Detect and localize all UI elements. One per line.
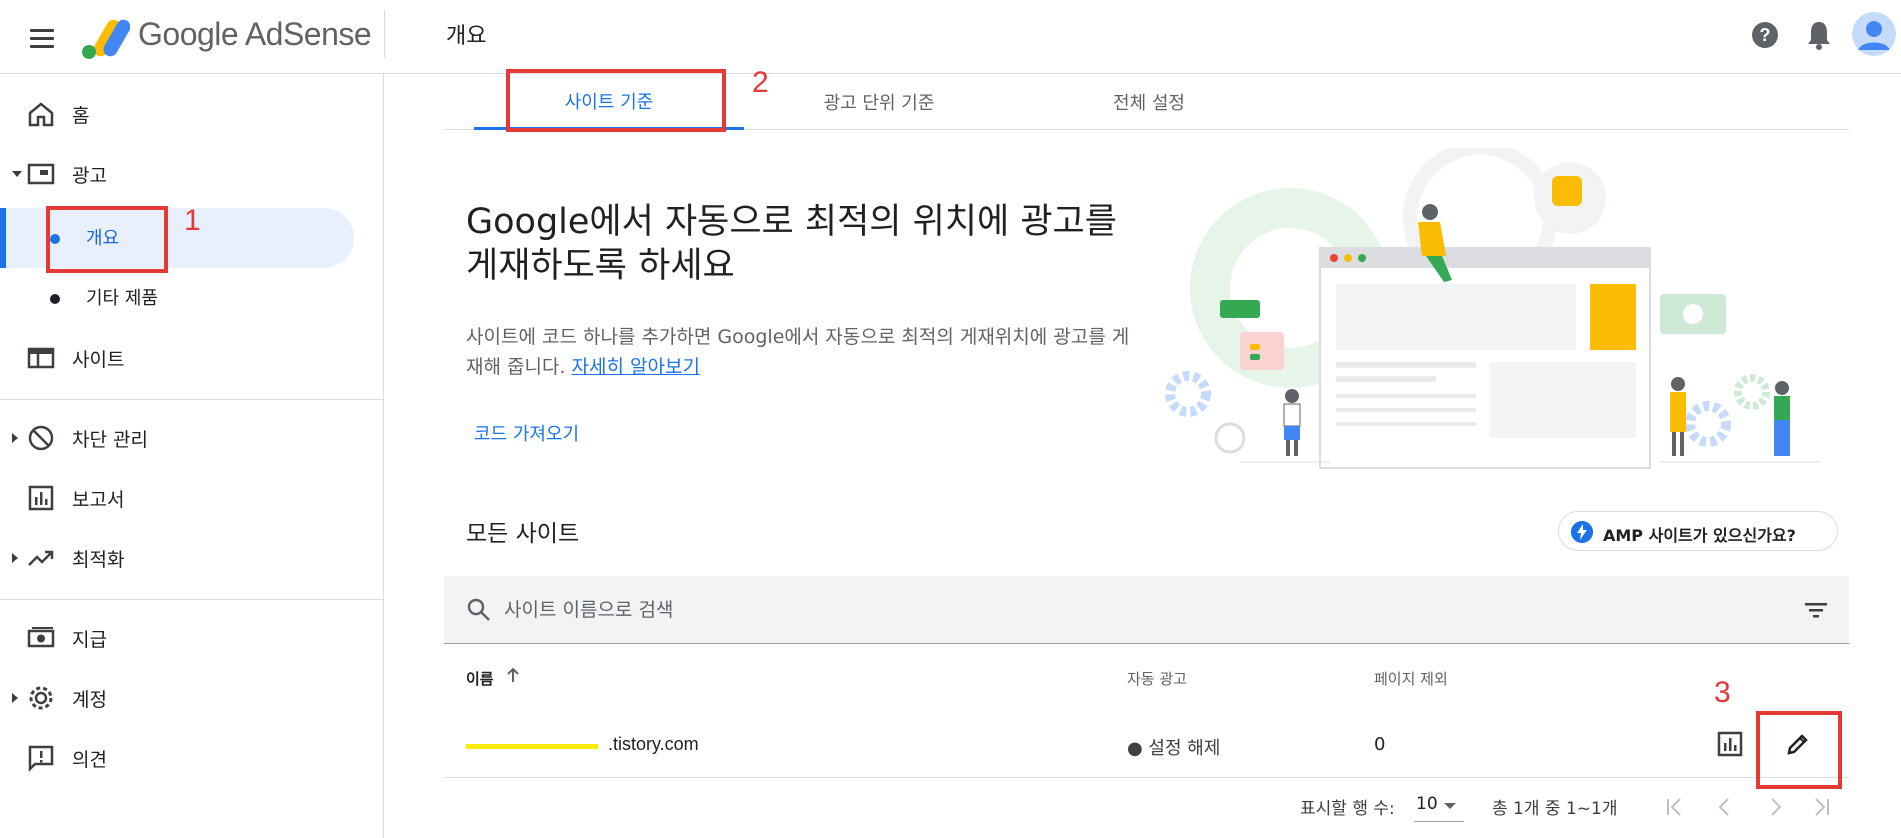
gear-icon (29, 686, 53, 710)
site-domain: .tistory.com (608, 734, 699, 754)
sidebar-item-reports[interactable]: 보고서 (0, 470, 384, 526)
tab-by-ad-unit[interactable]: 광고 단위 기준 (744, 74, 1014, 130)
filter-icon[interactable] (1802, 596, 1830, 624)
page-exclusions-count: 0 (1374, 734, 1386, 755)
header-divider (384, 10, 385, 58)
redaction-highlight (466, 744, 598, 749)
sidebar-subitem-label: 기타 제품 (86, 288, 158, 309)
first-page-icon[interactable] (1660, 792, 1690, 822)
expand-caret-icon (12, 433, 18, 443)
dropdown-caret-icon (1444, 803, 1456, 809)
page-range-label: 총 1개 중 1~1개 (1492, 799, 1618, 819)
sidebar-item-account[interactable]: 계정 (0, 670, 384, 726)
sidebar-item-label: 사이트 (72, 348, 125, 371)
sidebar-item-ads[interactable]: 광고 (0, 146, 384, 202)
sidebar-subitem-other-products[interactable]: 기타 제품 (0, 268, 354, 328)
column-header-auto-ads: 자동 광고 (1127, 670, 1187, 688)
adsense-logo (82, 19, 130, 59)
block-icon (28, 425, 54, 451)
trending-up-icon (28, 550, 54, 566)
sidebar-item-label: 차단 관리 (72, 428, 148, 451)
sidebar-item-home[interactable]: 홈 (0, 86, 384, 142)
rows-per-page-value: 10 (1416, 794, 1438, 814)
site-search-input[interactable] (504, 594, 1704, 626)
column-header-page-exclusions: 페이지 제외 (1374, 670, 1448, 688)
annotation-box-2 (506, 69, 726, 132)
sidebar-divider (0, 599, 384, 600)
active-indicator (0, 208, 6, 268)
amp-chip-label: AMP 사이트가 있으신가요? (1603, 526, 1796, 545)
side-navigation: 홈 광고 개요 기타 제품 사이트 차단 관리 보고서 최적화 지급 계정 의견 (0, 74, 384, 838)
sidebar-item-payments[interactable]: 지급 (0, 610, 384, 666)
expand-caret-icon (12, 171, 22, 177)
notifications-bell-icon[interactable] (1804, 18, 1834, 52)
svg-text:?: ? (1760, 25, 1771, 45)
user-avatar-icon (1852, 12, 1896, 56)
previous-page-icon[interactable] (1710, 792, 1740, 822)
sidebar-item-label: 보고서 (72, 488, 125, 511)
annotation-number-2: 2 (752, 66, 769, 99)
learn-more-link[interactable]: 자세히 알아보기 (572, 356, 700, 378)
hero-description-text: 사이트에 코드 하나를 추가하면 Google에서 자동으로 최적의 게재위치에… (466, 326, 1130, 378)
sites-icon (27, 347, 55, 369)
report-icon[interactable] (1716, 730, 1744, 758)
sidebar-item-label: 광고 (72, 164, 107, 187)
auto-ads-illustration (1165, 148, 1820, 469)
amp-sites-chip[interactable]: AMP 사이트가 있으신가요? (1558, 511, 1838, 551)
sidebar-item-sites[interactable]: 사이트 (0, 330, 384, 386)
hero-description: 사이트에 코드 하나를 추가하면 Google에서 자동으로 최적의 게재위치에… (466, 322, 1146, 382)
search-icon (467, 598, 490, 621)
rows-per-page-label: 표시할 행 수: (1300, 799, 1395, 819)
help-icon[interactable]: ? (1750, 20, 1780, 50)
account-avatar[interactable] (1852, 12, 1896, 56)
sidebar-divider (0, 399, 384, 400)
ads-icon (27, 163, 55, 185)
sidebar-item-label: 최적화 (72, 548, 125, 571)
hero-title: Google에서 자동으로 최적의 위치에 광고를 게재하도록 하세요 (466, 202, 1117, 286)
annotation-number-1: 1 (184, 204, 201, 237)
top-app-bar: Google AdSense 개요 ? (0, 0, 1901, 74)
hamburger-menu-icon[interactable] (24, 20, 60, 56)
all-sites-title: 모든 사이트 (466, 521, 580, 547)
page-title: 개요 (446, 24, 487, 49)
sidebar-item-label: 계정 (72, 688, 107, 711)
table-row: .tistory.com ● 설정 해제 0 (444, 712, 1849, 778)
sidebar-item-label: 지급 (72, 628, 107, 651)
bullet-icon (50, 294, 60, 304)
column-header-name[interactable]: 이름 (466, 668, 494, 689)
annotation-box-1 (46, 206, 168, 273)
auto-ads-status: ● 설정 해제 (1127, 738, 1221, 759)
lightning-bolt-icon (1571, 521, 1593, 543)
sites-table-header: 이름 자동 광고 페이지 제외 (444, 644, 1849, 712)
annotation-number-3: 3 (1714, 676, 1731, 709)
app-name: Google AdSense (138, 16, 372, 52)
sidebar-item-label: 홈 (72, 104, 90, 127)
sidebar-item-feedback[interactable]: 의견 (0, 730, 384, 786)
sidebar-item-label: 의견 (72, 748, 107, 771)
sidebar-item-optimization[interactable]: 최적화 (0, 530, 384, 586)
last-page-icon[interactable] (1806, 792, 1836, 822)
home-icon (28, 102, 54, 127)
expand-caret-icon (12, 693, 18, 703)
site-search-bar (444, 576, 1849, 644)
rows-per-page-select[interactable]: 10 (1414, 788, 1464, 822)
next-page-icon[interactable] (1760, 792, 1790, 822)
get-code-button[interactable]: 코드 가져오기 (474, 420, 579, 446)
payments-icon (27, 627, 55, 648)
tab-global-settings[interactable]: 전체 설정 (1014, 74, 1284, 130)
report-icon (28, 485, 54, 511)
sidebar-item-blocking[interactable]: 차단 관리 (0, 410, 384, 466)
sort-ascending-icon[interactable] (505, 666, 521, 684)
feedback-icon (28, 745, 54, 773)
expand-caret-icon (12, 553, 18, 563)
pagination: 표시할 행 수: 10 총 1개 중 1~1개 (444, 778, 1849, 838)
